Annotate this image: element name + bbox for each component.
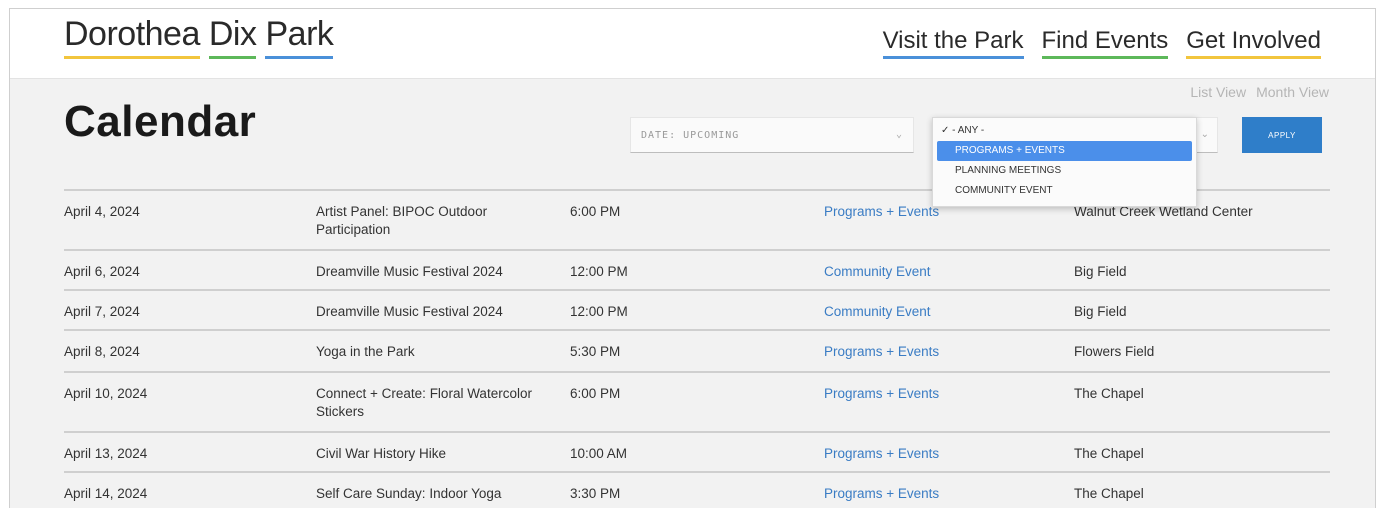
event-location: The Chapel: [1074, 386, 1144, 401]
event-category-link[interactable]: Community Event: [824, 303, 1024, 321]
event-location: Flowers Field: [1074, 344, 1155, 359]
event-title-link[interactable]: Connect + Create: Floral Watercolor Stic…: [316, 385, 556, 421]
option-programs-events[interactable]: PROGRAMS + EVENTS: [937, 141, 1192, 161]
page-title: Calendar: [64, 97, 257, 146]
chevron-down-icon: ⌄: [895, 129, 903, 140]
logo-word-1: Dorothea: [64, 15, 200, 59]
main-nav: Visit the Park Find Events Get Involved: [882, 27, 1321, 59]
list-view-link[interactable]: List View: [1190, 84, 1246, 100]
option-planning-meetings[interactable]: PLANNING MEETINGS: [937, 161, 1192, 181]
event-time: 10:00 AM: [570, 446, 628, 461]
nav-find-events[interactable]: Find Events: [1041, 27, 1169, 59]
month-view-link[interactable]: Month View: [1256, 84, 1329, 100]
event-title-link[interactable]: Artist Panel: BIPOC Outdoor Participatio…: [316, 203, 556, 239]
event-date: April 4, 2024: [64, 204, 140, 219]
event-category-link[interactable]: Programs + Events: [824, 385, 1024, 403]
event-date: April 14, 2024: [64, 486, 148, 501]
event-title-link[interactable]: Civil War History Hike: [316, 445, 556, 463]
nav-visit-the-park[interactable]: Visit the Park: [882, 27, 1024, 59]
event-time: 6:00 PM: [570, 386, 621, 401]
event-location: Big Field: [1074, 264, 1127, 279]
events-table: April 4, 2024 Artist Panel: BIPOC Outdoo…: [64, 189, 1330, 508]
site-logo[interactable]: Dorothea Dix Park: [64, 15, 334, 59]
event-category-link[interactable]: Community Event: [824, 263, 1024, 281]
browser-frame: Dorothea Dix Park Visit the Park Find Ev…: [9, 8, 1376, 508]
event-date: April 6, 2024: [64, 264, 140, 279]
event-title-link[interactable]: Dreamville Music Festival 2024: [316, 303, 556, 321]
apply-button[interactable]: APPLY: [1242, 117, 1322, 153]
event-type-dropdown: ✓ - ANY - PROGRAMS + EVENTS PLANNING MEE…: [932, 117, 1197, 207]
event-location: Big Field: [1074, 304, 1127, 319]
logo-word-3: Park: [265, 15, 334, 59]
event-date: April 13, 2024: [64, 446, 148, 461]
event-location: The Chapel: [1074, 446, 1144, 461]
option-community-event[interactable]: COMMUNITY EVENT: [937, 181, 1192, 201]
event-category-link[interactable]: Programs + Events: [824, 485, 1024, 503]
event-category-link[interactable]: Programs + Events: [824, 343, 1024, 361]
site-header: Dorothea Dix Park Visit the Park Find Ev…: [10, 9, 1375, 79]
event-time: 6:00 PM: [570, 204, 621, 219]
logo-word-2: Dix: [208, 15, 257, 59]
table-row: April 14, 2024 Self Care Sunday: Indoor …: [64, 471, 1330, 508]
event-time: 5:30 PM: [570, 344, 621, 359]
nav-get-involved[interactable]: Get Involved: [1186, 27, 1321, 59]
option-any[interactable]: ✓ - ANY -: [937, 121, 1192, 141]
event-date: April 10, 2024: [64, 386, 148, 401]
event-time: 12:00 PM: [570, 304, 628, 319]
date-filter-select[interactable]: DATE: UPCOMING ⌄: [630, 117, 914, 153]
table-row: April 10, 2024 Connect + Create: Floral …: [64, 371, 1330, 431]
table-row: April 8, 2024 Yoga in the Park 5:30 PM P…: [64, 329, 1330, 371]
event-title-link[interactable]: Self Care Sunday: Indoor Yoga: [316, 485, 556, 503]
table-row: April 7, 2024 Dreamville Music Festival …: [64, 289, 1330, 329]
view-switcher: List View Month View: [1190, 84, 1329, 100]
event-category-link[interactable]: Programs + Events: [824, 445, 1024, 463]
event-date: April 7, 2024: [64, 304, 140, 319]
event-time: 12:00 PM: [570, 264, 628, 279]
event-date: April 8, 2024: [64, 344, 140, 359]
date-filter-value: DATE: UPCOMING: [641, 130, 740, 141]
chevron-down-icon: ⌄: [1200, 129, 1209, 140]
event-time: 3:30 PM: [570, 486, 621, 501]
table-row: April 13, 2024 Civil War History Hike 10…: [64, 431, 1330, 471]
event-title-link[interactable]: Dreamville Music Festival 2024: [316, 263, 556, 281]
event-location: The Chapel: [1074, 486, 1144, 501]
event-title-link[interactable]: Yoga in the Park: [316, 343, 556, 361]
table-row: April 6, 2024 Dreamville Music Festival …: [64, 249, 1330, 289]
